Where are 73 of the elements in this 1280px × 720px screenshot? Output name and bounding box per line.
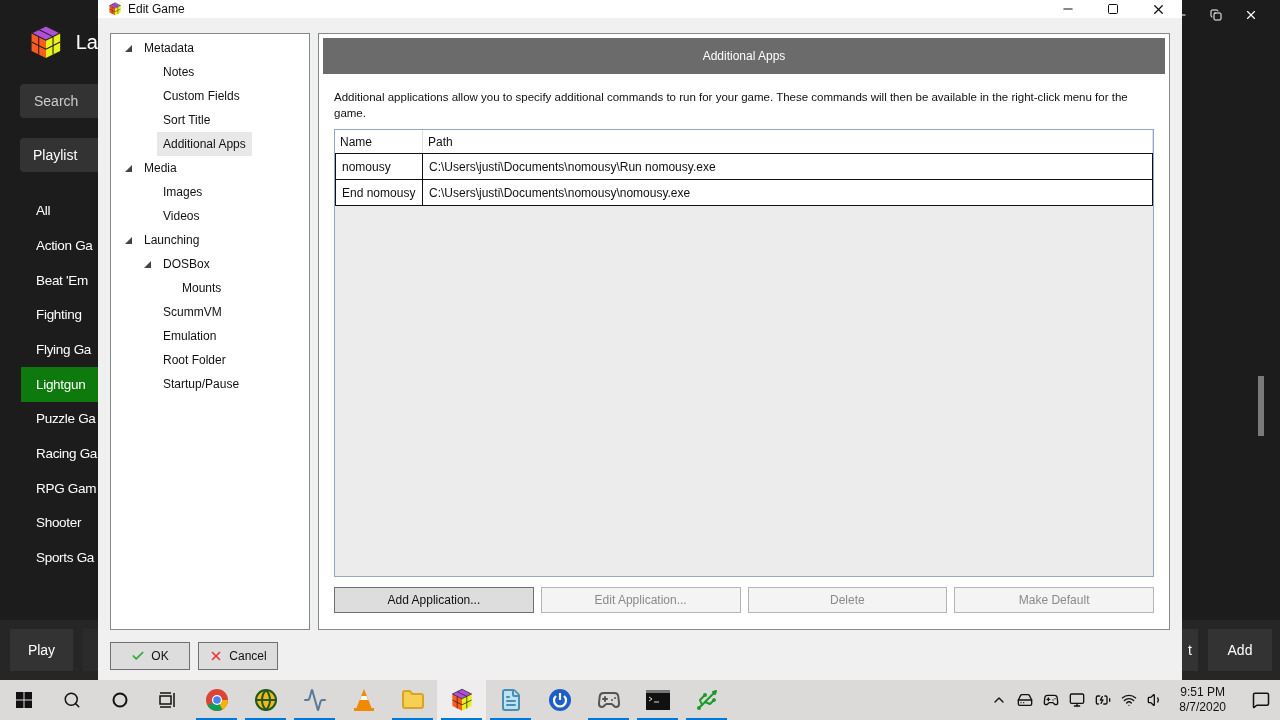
cancel-button[interactable]: Cancel [198,642,278,670]
gamepad-icon[interactable] [1043,692,1060,708]
tree-item[interactable]: Startup/Pause [157,372,246,396]
tree-item[interactable]: Images [157,180,209,204]
playlist-item[interactable]: Sports Ga [21,540,98,576]
playlist-item[interactable]: Flying Ga [21,332,98,368]
traffic-cone-icon [352,688,375,712]
scrollbar-thumb[interactable] [1258,376,1264,436]
expanded-triangle-icon[interactable] [144,260,151,268]
expanded-triangle-icon[interactable] [125,236,132,244]
playlist-button[interactable]: Playlist [20,138,98,172]
globe-icon [253,688,278,712]
playlist-item[interactable]: Action Ga [21,228,98,264]
window-logo-icon [108,2,122,16]
windows-logo-icon[interactable] [16,692,32,708]
tree-item[interactable]: Notes [157,60,201,84]
tree-item[interactable]: Mounts [176,276,228,300]
ok-button[interactable]: OK [110,642,190,670]
tree-item[interactable]: ScummVM [157,300,228,324]
app-title: La [75,30,98,55]
tree-item[interactable]: Additional Apps [157,132,252,156]
tree-item[interactable]: Metadata [138,36,201,60]
tree-item[interactable]: Launching [138,228,206,252]
circle-icon[interactable] [112,692,128,708]
notification-icon[interactable] [1252,691,1270,709]
toolbar-button[interactable]: Add [1208,629,1272,671]
playlist-item[interactable]: Puzzle Ga [21,402,98,437]
task-view-icon[interactable] [159,692,177,708]
folder-icon [400,688,425,712]
battery-icon[interactable] [1095,692,1112,708]
taskbar-app[interactable] [437,680,486,720]
playlist-item[interactable]: Beat 'Em [21,263,98,299]
playlist-item[interactable]: RPG Gam [21,471,98,507]
usb-icon [694,688,719,712]
tree-item[interactable]: Emulation [157,324,223,348]
clock-date: 8/7/2020 [1179,700,1226,715]
tree-item[interactable]: Media [138,156,183,180]
table-cell: End nomousy [336,180,423,205]
clock-time: 9:51 PM [1180,685,1225,700]
playlist-item[interactable]: Shooter [21,506,98,541]
monitor-graph-icon [302,688,327,712]
terminal-icon [645,690,670,710]
description-text: Additional applications allow you to specify additional commands to run for your game. These commands will then be available in the right-click menu for the game. [334,90,1129,121]
search-field[interactable]: Search [20,84,98,118]
cube-logo-icon [449,688,474,712]
check-icon [131,649,146,663]
table-cell-text: C:\Users\justi\Documents\nomousy\nomousy.exe [428,184,692,202]
play-button[interactable]: Play [10,629,73,671]
playlist-item[interactable]: Fighting [21,298,98,333]
power-icon [547,688,572,712]
tree-item[interactable]: Root Folder [157,348,232,372]
window-title: Edit Game [128,1,185,18]
panel-header: Additional Apps [323,38,1165,74]
close-icon[interactable] [1244,8,1258,22]
app-logo-icon [28,24,64,60]
chrome-logo-icon [204,688,229,712]
tree-item[interactable]: DOSBox [157,252,216,276]
wifi-icon[interactable] [1121,692,1138,708]
monitor-icon[interactable] [1069,692,1086,708]
maximize-icon[interactable] [1107,3,1119,15]
expanded-triangle-icon[interactable] [125,44,132,52]
search-icon[interactable] [63,691,81,709]
expanded-triangle-icon[interactable] [125,164,132,172]
tree-item[interactable]: Videos [157,204,206,228]
clock[interactable]: 9:51 PM 8/7/2020 [1173,685,1232,715]
playlist-item[interactable]: Lightgun [21,367,98,403]
action-button[interactable]: Add Application... [334,587,534,613]
restore-icon[interactable] [1210,9,1222,21]
playlist-item[interactable]: All [21,194,98,229]
playlist-item[interactable]: Racing Ga [21,436,98,472]
table-cell-text: C:\Users\justi\Documents\nomousy\Run nomousy.exe [428,158,717,176]
tree-item[interactable]: Custom Fields [157,84,246,108]
tree-item[interactable]: Sort Title [157,108,217,132]
